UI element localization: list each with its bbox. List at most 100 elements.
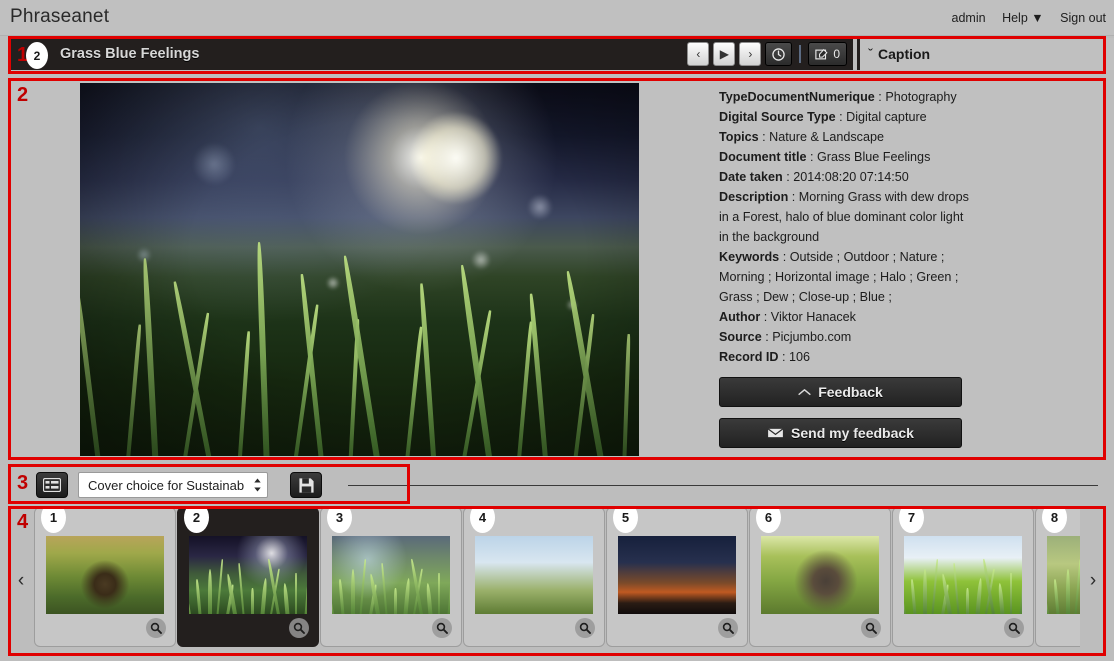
basket-thumbnail[interactable]: 7: [892, 507, 1034, 647]
thumbnail-number-badge: 5: [613, 507, 638, 533]
toolbar-divider: [799, 45, 802, 63]
thumbnail-blade: [251, 588, 255, 614]
meta-value: Photography: [885, 90, 957, 104]
previous-record-button[interactable]: ‹: [687, 42, 710, 66]
viewer-region: TypeDocumentNumerique : Photography Digi…: [8, 78, 1106, 460]
record-titlebar: Grass Blue Feelings ‹ ▶ › 0: [8, 38, 853, 70]
meta-description-cont: in a Forest, halo of blue dominant color…: [719, 210, 964, 224]
meta-label: Description: [719, 190, 789, 204]
meta-row: Keywords : Outside ; Outdoor ; Nature ;: [719, 250, 945, 264]
thumbnail-image[interactable]: [46, 536, 164, 614]
chevron-down-icon: ▼: [1031, 11, 1044, 25]
magnifier-icon[interactable]: [861, 618, 881, 638]
edit-notes-button[interactable]: 0: [808, 42, 847, 66]
app-header: Phraseanet admin Help ▼ Sign out: [0, 0, 1114, 36]
edit-notes-count: 0: [833, 47, 840, 61]
thumbnail-image[interactable]: [761, 536, 879, 614]
thumbnail-number-badge: 7: [899, 507, 924, 533]
basket-thumbnail[interactable]: 3: [320, 507, 462, 647]
titlebar-region: Grass Blue Feelings ‹ ▶ › 0 ˇ Caption: [0, 36, 1114, 74]
basket-thumbnail[interactable]: 1: [34, 507, 176, 647]
meta-label: Topics: [719, 130, 759, 144]
meta-row: Date taken : 2014:08:20 07:14:50: [719, 170, 909, 184]
meta-label: Digital Source Type: [719, 110, 836, 124]
thumbnail-image[interactable]: [332, 536, 450, 614]
sign-out-button[interactable]: Sign out: [1060, 11, 1106, 25]
send-feedback-button[interactable]: Send my feedback: [719, 418, 962, 448]
magnifier-icon[interactable]: [718, 618, 738, 638]
thumbnail-image[interactable]: [475, 536, 593, 614]
meta-label: Date taken: [719, 170, 783, 184]
record-toolbar: ‹ ▶ › 0: [687, 41, 847, 67]
meta-value: Viktor Hanacek: [770, 310, 856, 324]
history-button[interactable]: [765, 42, 793, 66]
main-preview-image[interactable]: [80, 82, 639, 456]
meta-label: Source: [719, 330, 762, 344]
thumbnail-image[interactable]: [618, 536, 736, 614]
caret-up-icon: [798, 388, 811, 395]
meta-value: Grass Blue Feelings: [816, 150, 931, 164]
list-icon: [43, 478, 61, 492]
thumbnail-blade: [350, 568, 355, 614]
feedback-header-button[interactable]: Feedback: [719, 377, 962, 407]
meta-value: 2014:08:20 07:14:50: [793, 170, 909, 184]
magnifier-icon[interactable]: [575, 618, 595, 638]
thumbnail-artwork: [475, 536, 593, 614]
help-label: Help: [1002, 11, 1028, 25]
basket-scroll-left-button[interactable]: ‹: [8, 507, 34, 655]
thumbnail-blade: [437, 572, 440, 614]
basket-list-button[interactable]: [36, 472, 68, 498]
meta-value: 106: [788, 350, 810, 364]
user-menu: admin Help ▼ Sign out: [939, 11, 1106, 25]
meta-value: Picjumbo.com: [772, 330, 852, 344]
magnifier-icon[interactable]: [1004, 618, 1024, 638]
chevron-down-icon: ˇ: [868, 45, 873, 63]
magnifier-icon[interactable]: [432, 618, 452, 638]
meta-row: Description : Morning Grass with dew dro…: [719, 190, 969, 204]
envelope-icon: [767, 428, 784, 438]
help-menu-button[interactable]: Help ▼: [1002, 11, 1044, 25]
thumbnail-blade: [1009, 572, 1012, 614]
meta-keywords-cont: Morning ; Horizontal image ; Halo ; Gree…: [719, 270, 959, 284]
caption-panel-label: Caption: [878, 46, 931, 62]
photo-vignette: [80, 82, 639, 456]
basket-scroll-right-button[interactable]: ›: [1080, 507, 1106, 655]
thumbnail-artwork: [46, 536, 164, 614]
basket-thumbnail[interactable]: 2: [177, 507, 319, 647]
thumbnail-image[interactable]: [1047, 536, 1080, 614]
basket-toolstrip: Cover choice for Sustainab: [8, 466, 1106, 504]
feedback-title: Feedback: [818, 384, 883, 400]
story-select-value: Cover choice for Sustainab: [88, 477, 245, 493]
meta-value: Nature & Landscape: [769, 130, 884, 144]
record-title: Grass Blue Feelings: [60, 46, 200, 62]
image-stage: [8, 78, 711, 460]
basket-thumbnail[interactable]: 5: [606, 507, 748, 647]
thumbnail-number-badge: 1: [41, 507, 66, 533]
meta-label: Record ID: [719, 350, 779, 364]
record-position-badge: 2: [26, 42, 48, 69]
magnifier-icon[interactable]: [146, 618, 166, 638]
thumbnail-image[interactable]: [904, 536, 1022, 614]
thumbnail-number-badge: 4: [470, 507, 495, 533]
next-record-button[interactable]: ›: [739, 42, 762, 66]
basket-thumbnail[interactable]: 6: [749, 507, 891, 647]
story-select[interactable]: Cover choice for Sustainab: [78, 472, 268, 498]
meta-value: Morning Grass with dew drops: [798, 190, 969, 204]
save-basket-button[interactable]: [290, 472, 322, 498]
magnifier-icon[interactable]: [289, 618, 309, 638]
thumbnail-image[interactable]: [189, 536, 307, 614]
meta-label: TypeDocumentNumerique: [719, 90, 875, 104]
edit-pencil-icon: [815, 48, 828, 59]
thumbnail-blade: [922, 568, 927, 614]
thumbnail-blade: [294, 572, 297, 614]
basket-thumbnail[interactable]: 4: [463, 507, 605, 647]
send-feedback-label: Send my feedback: [791, 425, 914, 441]
meta-value: Outside ; Outdoor ; Nature ;: [789, 250, 945, 264]
thumbnail-blade: [207, 568, 212, 614]
meta-keywords-cont: Grass ; Dew ; Close-up ; Blue ;: [719, 290, 892, 304]
caption-panel-header[interactable]: ˇ Caption: [857, 38, 1114, 70]
play-slideshow-button[interactable]: ▶: [713, 42, 736, 66]
thumbnail-blade: [1065, 568, 1070, 614]
meta-row: Source : Picjumbo.com: [719, 330, 852, 344]
basket-thumbnail[interactable]: 8: [1035, 507, 1080, 647]
